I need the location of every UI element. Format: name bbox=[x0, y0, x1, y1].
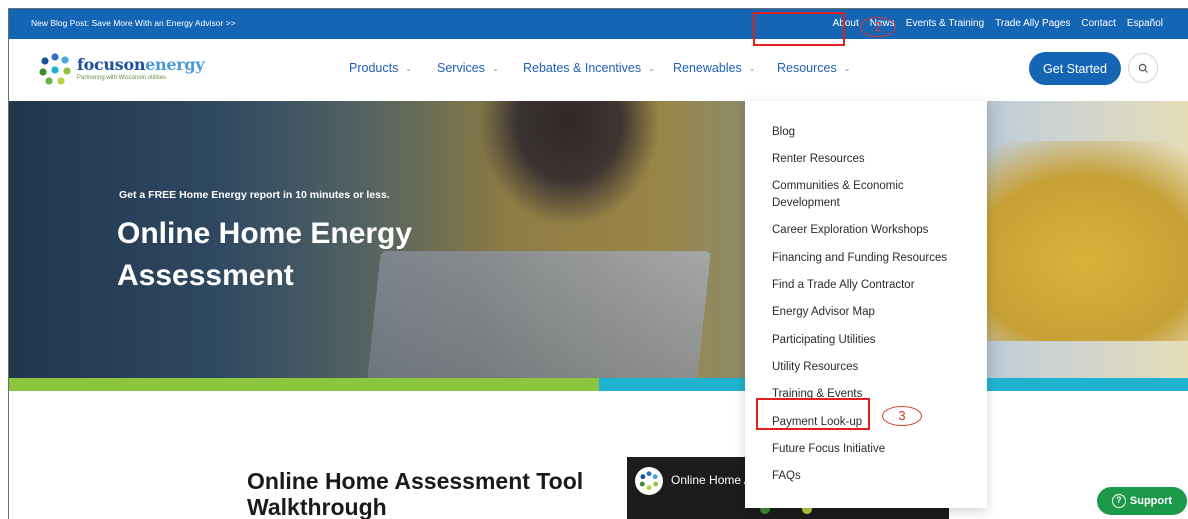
util-link-trade-ally-pages[interactable]: Trade Ally Pages bbox=[995, 18, 1070, 29]
nav-label: Renewables bbox=[673, 61, 742, 75]
logo-word-energy: energy bbox=[145, 55, 205, 74]
help-icon: ? bbox=[1111, 494, 1126, 508]
utility-bar: New Blog Post: Save More With an Energy … bbox=[9, 9, 1188, 39]
support-button[interactable]: ? Support bbox=[1097, 487, 1187, 515]
chevron-down-icon: ⌄ bbox=[748, 63, 756, 73]
support-label: Support bbox=[1129, 495, 1173, 507]
nav-label: Services bbox=[437, 61, 485, 75]
search-icon bbox=[1138, 63, 1148, 73]
menu-item-participating-utilities[interactable]: Participating Utilities bbox=[772, 332, 972, 349]
browser-viewport: New Blog Post: Save More With an Energy … bbox=[8, 8, 1188, 519]
video-title: Online Home A bbox=[671, 473, 752, 487]
util-link-contact[interactable]: Contact bbox=[1081, 18, 1115, 29]
menu-item-renter-resources[interactable]: Renter Resources bbox=[772, 151, 972, 168]
site-header: focusonenergy Partnering with Wisconsin … bbox=[9, 39, 1188, 101]
menu-item-find-trade-ally[interactable]: Find a Trade Ally Contractor bbox=[772, 277, 972, 294]
hero-title: Online Home Energy Assessment bbox=[117, 217, 413, 292]
annotation-highlight-resources bbox=[753, 12, 845, 46]
logo-word-on: on bbox=[123, 55, 146, 74]
nav-item-products[interactable]: Products ⌄ bbox=[349, 61, 412, 75]
nav-item-services[interactable]: Services ⌄ bbox=[437, 61, 499, 75]
menu-item-blog[interactable]: Blog bbox=[772, 124, 972, 141]
nav-item-renewables[interactable]: Renewables ⌄ bbox=[673, 61, 756, 75]
logo-wordmark: focusonenergy bbox=[77, 55, 205, 74]
chevron-down-icon: ⌄ bbox=[843, 63, 851, 73]
menu-item-career-exploration-workshops[interactable]: Career Exploration Workshops bbox=[772, 222, 972, 239]
nav-item-resources[interactable]: Resources ⌄ bbox=[777, 61, 850, 75]
chevron-down-icon: ⌄ bbox=[648, 63, 655, 73]
chevron-down-icon: ⌄ bbox=[405, 63, 413, 73]
hero-banner: Get a FREE Home Energy report in 10 minu… bbox=[9, 101, 1188, 378]
resources-dropdown-menu: Blog Renter Resources Communities & Econ… bbox=[745, 101, 987, 508]
channel-logo-icon bbox=[635, 467, 663, 495]
promo-link[interactable]: New Blog Post: Save More With an Energy … bbox=[31, 18, 236, 28]
video-thumbnail-dots-icon bbox=[760, 507, 812, 514]
annotation-step-2: 2 bbox=[860, 17, 896, 37]
nav-label: Products bbox=[349, 61, 399, 75]
chevron-down-icon: ⌄ bbox=[491, 63, 499, 73]
logo-word-focus: focus bbox=[77, 55, 124, 74]
menu-item-faqs[interactable]: FAQs bbox=[772, 468, 972, 485]
logo-tagline: Partnering with Wisconsin utilities bbox=[77, 75, 167, 81]
menu-item-financing-funding[interactable]: Financing and Funding Resources bbox=[772, 250, 972, 267]
util-link-espanol[interactable]: Español bbox=[1127, 18, 1163, 29]
menu-item-communities-economic-development[interactable]: Communities & Economic Development bbox=[772, 178, 972, 212]
accent-stripe-green bbox=[9, 378, 599, 391]
nav-label: Resources bbox=[777, 61, 837, 75]
walkthrough-title: Online Home Assessment Tool Walkthrough bbox=[247, 468, 584, 519]
site-logo[interactable]: focusonenergy Partnering with Wisconsin … bbox=[37, 51, 205, 87]
annotation-step-3: 3 bbox=[882, 406, 922, 426]
util-link-events-training[interactable]: Events & Training bbox=[906, 18, 984, 29]
logo-dots-icon bbox=[39, 53, 71, 85]
get-started-button[interactable]: Get Started bbox=[1029, 52, 1121, 85]
menu-item-utility-resources[interactable]: Utility Resources bbox=[772, 359, 972, 376]
walkthrough-section: Online Home Assessment Tool Walkthrough … bbox=[9, 391, 1188, 519]
search-button[interactable] bbox=[1128, 53, 1158, 83]
menu-item-future-focus-initiative[interactable]: Future Focus Initiative bbox=[772, 441, 972, 458]
nav-label: Rebates & Incentives bbox=[523, 61, 642, 75]
hero-eyebrow: Get a FREE Home Energy report in 10 minu… bbox=[119, 189, 390, 201]
menu-item-energy-advisor-map[interactable]: Energy Advisor Map bbox=[772, 304, 972, 321]
annotation-highlight-payment-lookup bbox=[756, 398, 870, 430]
nav-item-rebates-incentives[interactable]: Rebates & Incentives ⌄ bbox=[523, 61, 655, 75]
